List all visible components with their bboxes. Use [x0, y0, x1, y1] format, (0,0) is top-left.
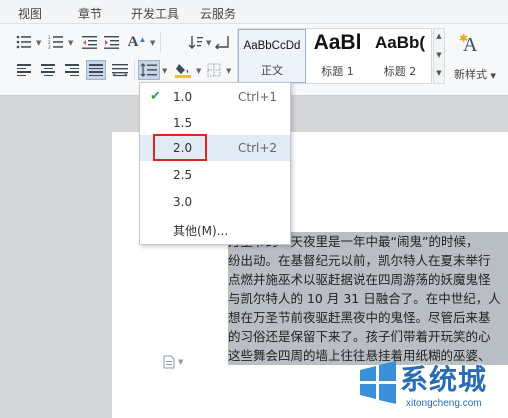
- font-size-icon[interactable]: A ▲: [126, 32, 148, 52]
- line-spacing-option-other[interactable]: 其他(M)...: [140, 216, 290, 242]
- align-right-icon[interactable]: [62, 60, 82, 80]
- option-value: 其他(M)...: [173, 224, 229, 238]
- option-shortcut: Ctrl+2: [238, 141, 278, 155]
- toolbar-separator: [134, 60, 135, 80]
- option-shortcut: Ctrl+1: [238, 90, 278, 104]
- shading-icon[interactable]: [174, 60, 194, 80]
- chevron-down-icon[interactable]: ▼: [36, 39, 41, 47]
- decrease-indent-icon[interactable]: [80, 32, 100, 52]
- chevron-down-icon[interactable]: ▼: [150, 39, 155, 47]
- line-spacing-option-1-5[interactable]: 1.5: [140, 110, 290, 136]
- option-value: 2.5: [173, 168, 193, 182]
- new-style-icon: A: [463, 34, 478, 56]
- document-line: 纷出动。在基督纪元以前，凯尔特人在夏末举行: [228, 251, 508, 270]
- chevron-down-icon[interactable]: ▼: [434, 51, 444, 59]
- svg-text:3: 3: [48, 45, 51, 49]
- new-style-button[interactable]: ✱ A 新样式 ▼: [449, 30, 501, 86]
- new-style-label: 新样式 ▼: [454, 68, 496, 81]
- tab-cloud-service[interactable]: 云服务: [200, 5, 236, 22]
- site-watermark: 系统城 xitongcheng.com: [356, 356, 508, 418]
- watermark-url: xitongcheng.com: [406, 398, 482, 409]
- border-icon[interactable]: [204, 60, 224, 80]
- option-value: 1.0: [173, 90, 193, 104]
- chevron-down-icon[interactable]: ▼: [68, 39, 73, 47]
- style-gallery-scroll[interactable]: ▲ ▼ ▼: [433, 28, 445, 84]
- document-text[interactable]: 万圣节的一天夜里是一年中最“闹鬼”的时候， 纷出动。在基督纪元以前，凯尔特人在夏…: [228, 232, 508, 365]
- align-center-icon[interactable]: [38, 60, 58, 80]
- sort-icon[interactable]: [186, 32, 206, 52]
- align-left-icon[interactable]: [14, 60, 34, 80]
- more-styles-icon[interactable]: ▼: [434, 69, 444, 77]
- chevron-down-icon[interactable]: ▼: [162, 67, 167, 75]
- tab-developer-tools[interactable]: 开发工具: [131, 5, 179, 22]
- document-line: 想在万圣节前夜驱赶黑夜中的鬼怪。尽管后来基: [228, 308, 508, 327]
- style-preview: AaBl: [313, 31, 362, 54]
- bullet-list-icon[interactable]: [14, 32, 34, 52]
- show-marks-icon[interactable]: [212, 32, 232, 52]
- tab-view[interactable]: 视图: [18, 5, 42, 22]
- option-value: 3.0: [173, 195, 193, 209]
- line-spacing-menu: ✔ 1.0 Ctrl+1 1.5 2.0 Ctrl+2 2.5 3.0 其他(M…: [139, 82, 291, 245]
- watermark-title: 系统城: [400, 363, 488, 396]
- style-preview: AaBb(: [374, 33, 426, 52]
- line-spacing-icon[interactable]: [138, 60, 160, 80]
- line-spacing-option-2-5[interactable]: 2.5: [140, 162, 290, 188]
- line-spacing-option-1-0[interactable]: ✔ 1.0 Ctrl+1: [140, 84, 290, 110]
- style-heading-1[interactable]: AaBl 标题 1: [306, 29, 369, 83]
- toolbar-separator: [160, 32, 161, 52]
- style-preview: AaBbCcDd: [243, 40, 301, 52]
- windows-logo-icon: [360, 361, 396, 404]
- document-line: 与凯尔特人的 10 月 31 日融合了。在中世纪，人: [228, 289, 508, 308]
- style-heading-2[interactable]: AaBb( 标题 2: [369, 29, 431, 83]
- style-gallery: AaBbCcDd 正文 AaBl 标题 1 AaBb( 标题 2: [237, 28, 432, 84]
- line-spacing-option-3-0[interactable]: 3.0: [140, 189, 290, 215]
- document-line: 点燃并施巫术以驱赶据说在四周游荡的妖魔鬼怪: [228, 270, 508, 289]
- document-line: 的习俗还是保留下来了。孩子们带着开玩笑的心: [228, 327, 508, 346]
- menu-bar: 视图 章节 开发工具 云服务: [0, 0, 508, 24]
- increase-indent-icon[interactable]: [102, 32, 122, 52]
- justify-icon[interactable]: [86, 60, 106, 80]
- paragraph-layout-icon[interactable]: [163, 355, 175, 373]
- chevron-down-icon[interactable]: ▼: [196, 67, 201, 75]
- numbered-list-icon[interactable]: 123: [46, 32, 66, 52]
- selection-highlight-box: [153, 134, 207, 161]
- chevron-up-icon[interactable]: ▲: [434, 32, 444, 40]
- check-icon: ✔: [150, 89, 161, 104]
- style-normal[interactable]: AaBbCcDd 正文: [238, 29, 306, 83]
- distribute-icon[interactable]: [110, 60, 130, 80]
- style-caption: 标题 1: [321, 65, 354, 78]
- chevron-down-icon[interactable]: ▼: [226, 67, 231, 75]
- option-value: 1.5: [173, 116, 193, 130]
- font-grow-glyph: A: [127, 33, 139, 50]
- chevron-down-icon[interactable]: ▼: [178, 358, 183, 366]
- tab-section[interactable]: 章节: [78, 5, 102, 22]
- chevron-down-icon[interactable]: ▼: [206, 39, 211, 47]
- style-caption: 正文: [261, 64, 283, 77]
- style-caption: 标题 2: [383, 65, 417, 78]
